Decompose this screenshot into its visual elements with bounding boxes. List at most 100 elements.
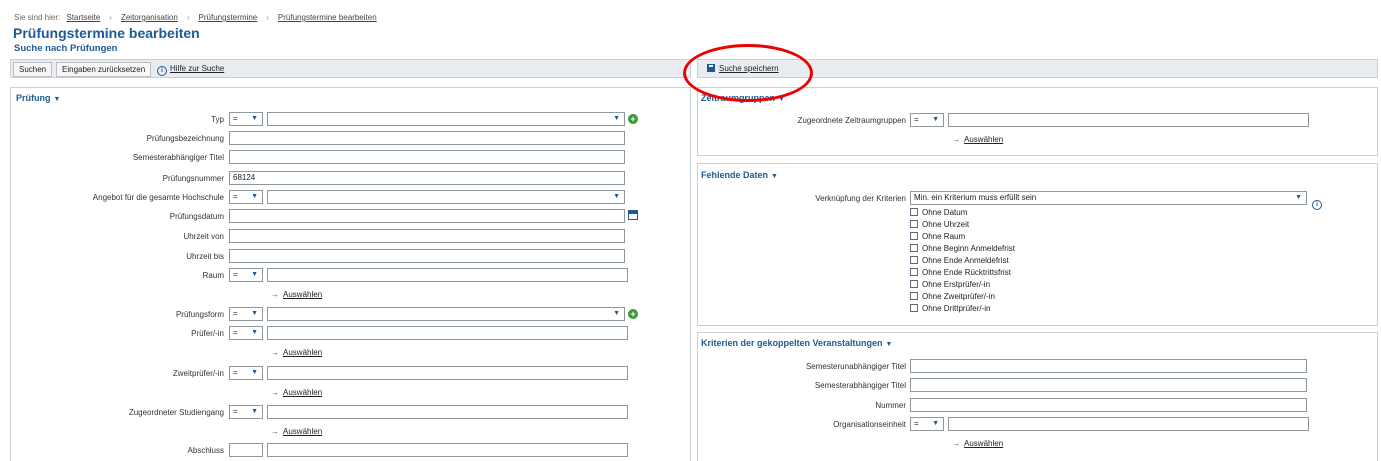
checkbox[interactable]: [910, 256, 918, 264]
checkbox-label: Ohne Zweitprüfer/-in: [922, 292, 995, 301]
studiengang-operator-select[interactable]: = ▼: [229, 405, 263, 419]
typ-label: Typ: [211, 115, 224, 124]
semunabh-input[interactable]: [910, 359, 1307, 373]
zeitraum-operator-select[interactable]: = ▼: [910, 113, 944, 127]
info-icon[interactable]: i: [1312, 200, 1322, 210]
checkbox-row[interactable]: Ohne Datum: [910, 208, 967, 217]
checkbox[interactable]: [910, 304, 918, 312]
semabh-input[interactable]: [910, 378, 1307, 392]
datum-input[interactable]: [229, 209, 625, 223]
breadcrumb-link-zeitorganisation[interactable]: Zeitorganisation: [121, 13, 178, 22]
checkbox[interactable]: [910, 220, 918, 228]
chevron-down-icon: ▼: [53, 96, 61, 103]
info-icon: i: [157, 66, 167, 76]
chevron-down-icon: ▼: [613, 193, 620, 200]
abschluss-operator-select[interactable]: [229, 443, 263, 457]
pruefung-header[interactable]: Prüfung ▼: [16, 93, 60, 103]
raum-operator-select[interactable]: = ▼: [229, 268, 263, 282]
raum-select-link[interactable]: → Auswählen: [271, 290, 322, 299]
orgeinheit-select-link[interactable]: → Auswählen: [952, 439, 1003, 448]
checkbox-row[interactable]: Ohne Raum: [910, 232, 965, 241]
breadcrumb-prefix: Sie sind hier:: [14, 13, 61, 22]
checkbox[interactable]: [910, 292, 918, 300]
studiengang-label: Zugeordneter Studiengang: [128, 408, 224, 417]
typ-select[interactable]: ▼: [267, 112, 625, 126]
studiengang-select-link[interactable]: → Auswählen: [271, 427, 322, 436]
add-typ-icon[interactable]: +: [628, 114, 638, 124]
abschluss-label: Abschluss: [187, 446, 224, 455]
checkbox-label: Ohne Uhrzeit: [922, 220, 970, 229]
checkbox-row[interactable]: Ohne Uhrzeit: [910, 220, 969, 229]
nummer-input[interactable]: 68124: [229, 171, 625, 185]
zeitraum-operator-value: =: [914, 115, 919, 124]
pruefer-select-link[interactable]: → Auswählen: [271, 348, 322, 357]
checkbox-label: Ohne Erstprüfer/-in: [922, 280, 991, 289]
studiengang-input[interactable]: [267, 405, 628, 419]
verkn-label: Verknüpfung der Kriterien: [815, 194, 906, 203]
reset-button[interactable]: Eingaben zurücksetzen: [56, 62, 152, 77]
zweitpruefer-label: Zweitprüfer/-in: [172, 369, 224, 378]
breadcrumb: Sie sind hier: Startseite › Zeitorganisati…: [14, 13, 377, 22]
raum-input[interactable]: [267, 268, 628, 282]
help-link[interactable]: i Hilfe zur Suche: [157, 62, 224, 76]
zweitpruefer-select-link[interactable]: → Auswählen: [271, 388, 322, 397]
kriterien-header[interactable]: Kriterien der gekoppelten Veranstaltunge…: [701, 338, 892, 348]
checkbox-row[interactable]: Ohne Zweitprüfer/-in: [910, 292, 995, 301]
kriterien-nummer-input[interactable]: [910, 398, 1307, 412]
raum-select-link-label: Auswählen: [283, 290, 323, 299]
checkbox-row[interactable]: Ohne Beginn Anmeldefrist: [910, 244, 1015, 253]
pruefungsform-operator-select[interactable]: = ▼: [229, 307, 263, 321]
breadcrumb-link-pruefungstermine[interactable]: Prüfungstermine: [199, 13, 258, 22]
bezeichnung-input[interactable]: [229, 131, 625, 145]
uhrzeit-bis-label: Uhrzeit bis: [186, 252, 224, 261]
checkbox[interactable]: [910, 280, 918, 288]
zweitpruefer-input[interactable]: [267, 366, 628, 380]
chevron-down-icon: ▼: [932, 116, 939, 123]
semtitel-input[interactable]: [229, 150, 625, 164]
checkbox-row[interactable]: Ohne Ende Anmeldefrist: [910, 256, 1009, 265]
chevron-down-icon: ▼: [251, 329, 258, 336]
pruefer-select-link-label: Auswählen: [283, 348, 323, 357]
zeitraum-select-link[interactable]: → Auswählen: [952, 135, 1003, 144]
checkbox[interactable]: [910, 268, 918, 276]
chevron-down-icon: ▼: [251, 271, 258, 278]
zweitpruefer-operator-select[interactable]: = ▼: [229, 366, 263, 380]
fehlend-header[interactable]: Fehlende Daten ▼: [701, 170, 778, 180]
zweitpruefer-operator-value: =: [233, 368, 238, 377]
angebot-select[interactable]: ▼: [267, 190, 625, 204]
nummer-label: Prüfungsnummer: [162, 174, 224, 183]
add-pruefungsform-icon[interactable]: +: [628, 309, 638, 319]
angebot-operator-select[interactable]: = ▼: [229, 190, 263, 204]
uhrzeit-von-input[interactable]: [229, 229, 625, 243]
uhrzeit-bis-input[interactable]: [229, 249, 625, 263]
kriterien-nummer-label: Nummer: [875, 401, 906, 410]
orgeinheit-operator-select[interactable]: = ▼: [910, 417, 944, 431]
studiengang-operator-value: =: [233, 407, 238, 416]
pruefungsform-select[interactable]: ▼: [267, 307, 625, 321]
search-button[interactable]: Suchen: [13, 62, 53, 77]
angebot-label: Angebot für die gesamte Hochschule: [92, 193, 224, 202]
raum-label: Raum: [202, 271, 224, 280]
breadcrumb-link-startseite[interactable]: Startseite: [66, 13, 100, 22]
checkbox[interactable]: [910, 232, 918, 240]
pruefer-operator-select[interactable]: = ▼: [229, 326, 263, 340]
zeitraum-select-link-label: Auswählen: [964, 135, 1004, 144]
pruefer-operator-value: =: [233, 328, 238, 337]
typ-operator-select[interactable]: = ▼: [229, 112, 263, 126]
calendar-icon[interactable]: [628, 210, 638, 220]
checkbox-row[interactable]: Ohne Drittprüfer/-in: [910, 304, 990, 313]
arrow-right-icon: →: [271, 348, 279, 357]
pruefer-input[interactable]: [267, 326, 628, 340]
checkbox-row[interactable]: Ohne Ende Rücktrittsfrist: [910, 268, 1011, 277]
verkn-select[interactable]: Min. ein Kriterium muss erfüllt sein ▼: [910, 191, 1307, 205]
breadcrumb-link-current[interactable]: Prüfungstermine bearbeiten: [278, 13, 377, 22]
checkbox-row[interactable]: Ohne Erstprüfer/-in: [910, 280, 990, 289]
checkbox-label: Ohne Raum: [922, 232, 966, 241]
orgeinheit-input[interactable]: [948, 417, 1309, 431]
arrow-right-icon: →: [271, 388, 279, 397]
checkbox[interactable]: [910, 208, 918, 216]
chevron-down-icon: ▼: [613, 310, 620, 317]
zeitraum-input[interactable]: [948, 113, 1309, 127]
abschluss-input[interactable]: [267, 443, 628, 457]
checkbox[interactable]: [910, 244, 918, 252]
